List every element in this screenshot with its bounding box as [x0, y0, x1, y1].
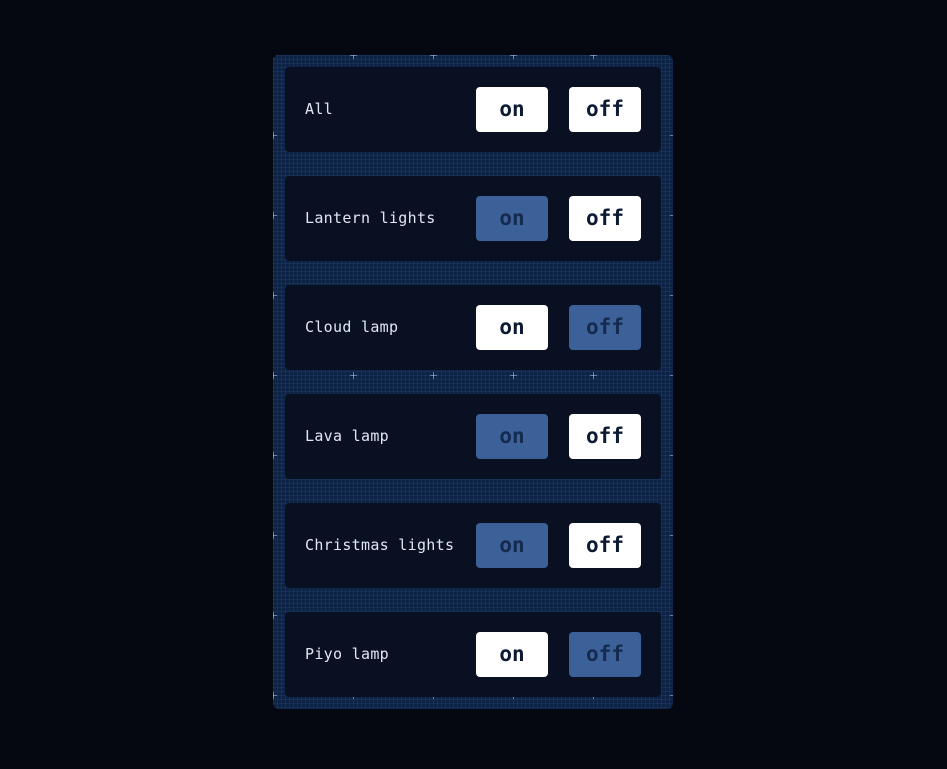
- christmas-lights-off-button[interactable]: off: [569, 523, 641, 568]
- light-label: Lava lamp: [305, 427, 389, 445]
- lantern-lights-on-button[interactable]: on: [476, 196, 548, 241]
- grid-crosshair-mark: [590, 372, 597, 379]
- grid-crosshair-mark: [273, 452, 277, 459]
- grid-crosshair-mark: [273, 532, 277, 539]
- grid-crosshair-mark: [670, 532, 673, 539]
- grid-crosshair-mark: [670, 292, 673, 299]
- grid-crosshair-mark: [510, 55, 517, 59]
- grid-crosshair-mark: [350, 55, 357, 59]
- light-label: Cloud lamp: [305, 318, 399, 336]
- light-row-piyo-lamp: Piyo lamp on off: [285, 612, 661, 697]
- grid-crosshair-mark: [670, 55, 673, 59]
- piyo-lamp-on-button[interactable]: on: [476, 632, 548, 677]
- grid-crosshair-mark: [670, 692, 673, 699]
- grid-crosshair-mark: [430, 372, 437, 379]
- grid-crosshair-mark: [273, 372, 277, 379]
- lantern-lights-off-button[interactable]: off: [569, 196, 641, 241]
- light-row-lava-lamp: Lava lamp on off: [285, 394, 661, 479]
- grid-crosshair-mark: [430, 55, 437, 59]
- light-label: Lantern lights: [305, 209, 436, 227]
- lava-lamp-on-button[interactable]: on: [476, 414, 548, 459]
- light-label: Christmas lights: [305, 536, 455, 554]
- grid-crosshair-mark: [273, 212, 277, 219]
- grid-crosshair-mark: [273, 132, 277, 139]
- grid-crosshair-mark: [670, 212, 673, 219]
- grid-crosshair-mark: [273, 292, 277, 299]
- all-off-button[interactable]: off: [569, 87, 641, 132]
- light-row-christmas-lights: Christmas lights on off: [285, 503, 661, 588]
- lights-control-panel: All on off Lantern lights on off Cloud l…: [273, 55, 673, 709]
- lava-lamp-off-button[interactable]: off: [569, 414, 641, 459]
- grid-crosshair-mark: [273, 692, 277, 699]
- grid-crosshair-mark: [273, 612, 277, 619]
- light-row-all: All on off: [285, 67, 661, 152]
- light-row-lantern-lights: Lantern lights on off: [285, 176, 661, 261]
- all-on-button[interactable]: on: [476, 87, 548, 132]
- grid-crosshair-mark: [670, 132, 673, 139]
- grid-crosshair-mark: [350, 372, 357, 379]
- grid-crosshair-mark: [670, 612, 673, 619]
- cloud-lamp-off-button[interactable]: off: [569, 305, 641, 350]
- light-label: Piyo lamp: [305, 645, 389, 663]
- grid-crosshair-mark: [670, 452, 673, 459]
- cloud-lamp-on-button[interactable]: on: [476, 305, 548, 350]
- piyo-lamp-off-button[interactable]: off: [569, 632, 641, 677]
- light-row-cloud-lamp: Cloud lamp on off: [285, 285, 661, 370]
- grid-crosshair-mark: [510, 372, 517, 379]
- light-label: All: [305, 100, 333, 118]
- christmas-lights-on-button[interactable]: on: [476, 523, 548, 568]
- grid-crosshair-mark: [273, 55, 277, 59]
- grid-crosshair-mark: [590, 55, 597, 59]
- grid-crosshair-mark: [670, 372, 673, 379]
- grid-crosshair-layer: [273, 55, 673, 709]
